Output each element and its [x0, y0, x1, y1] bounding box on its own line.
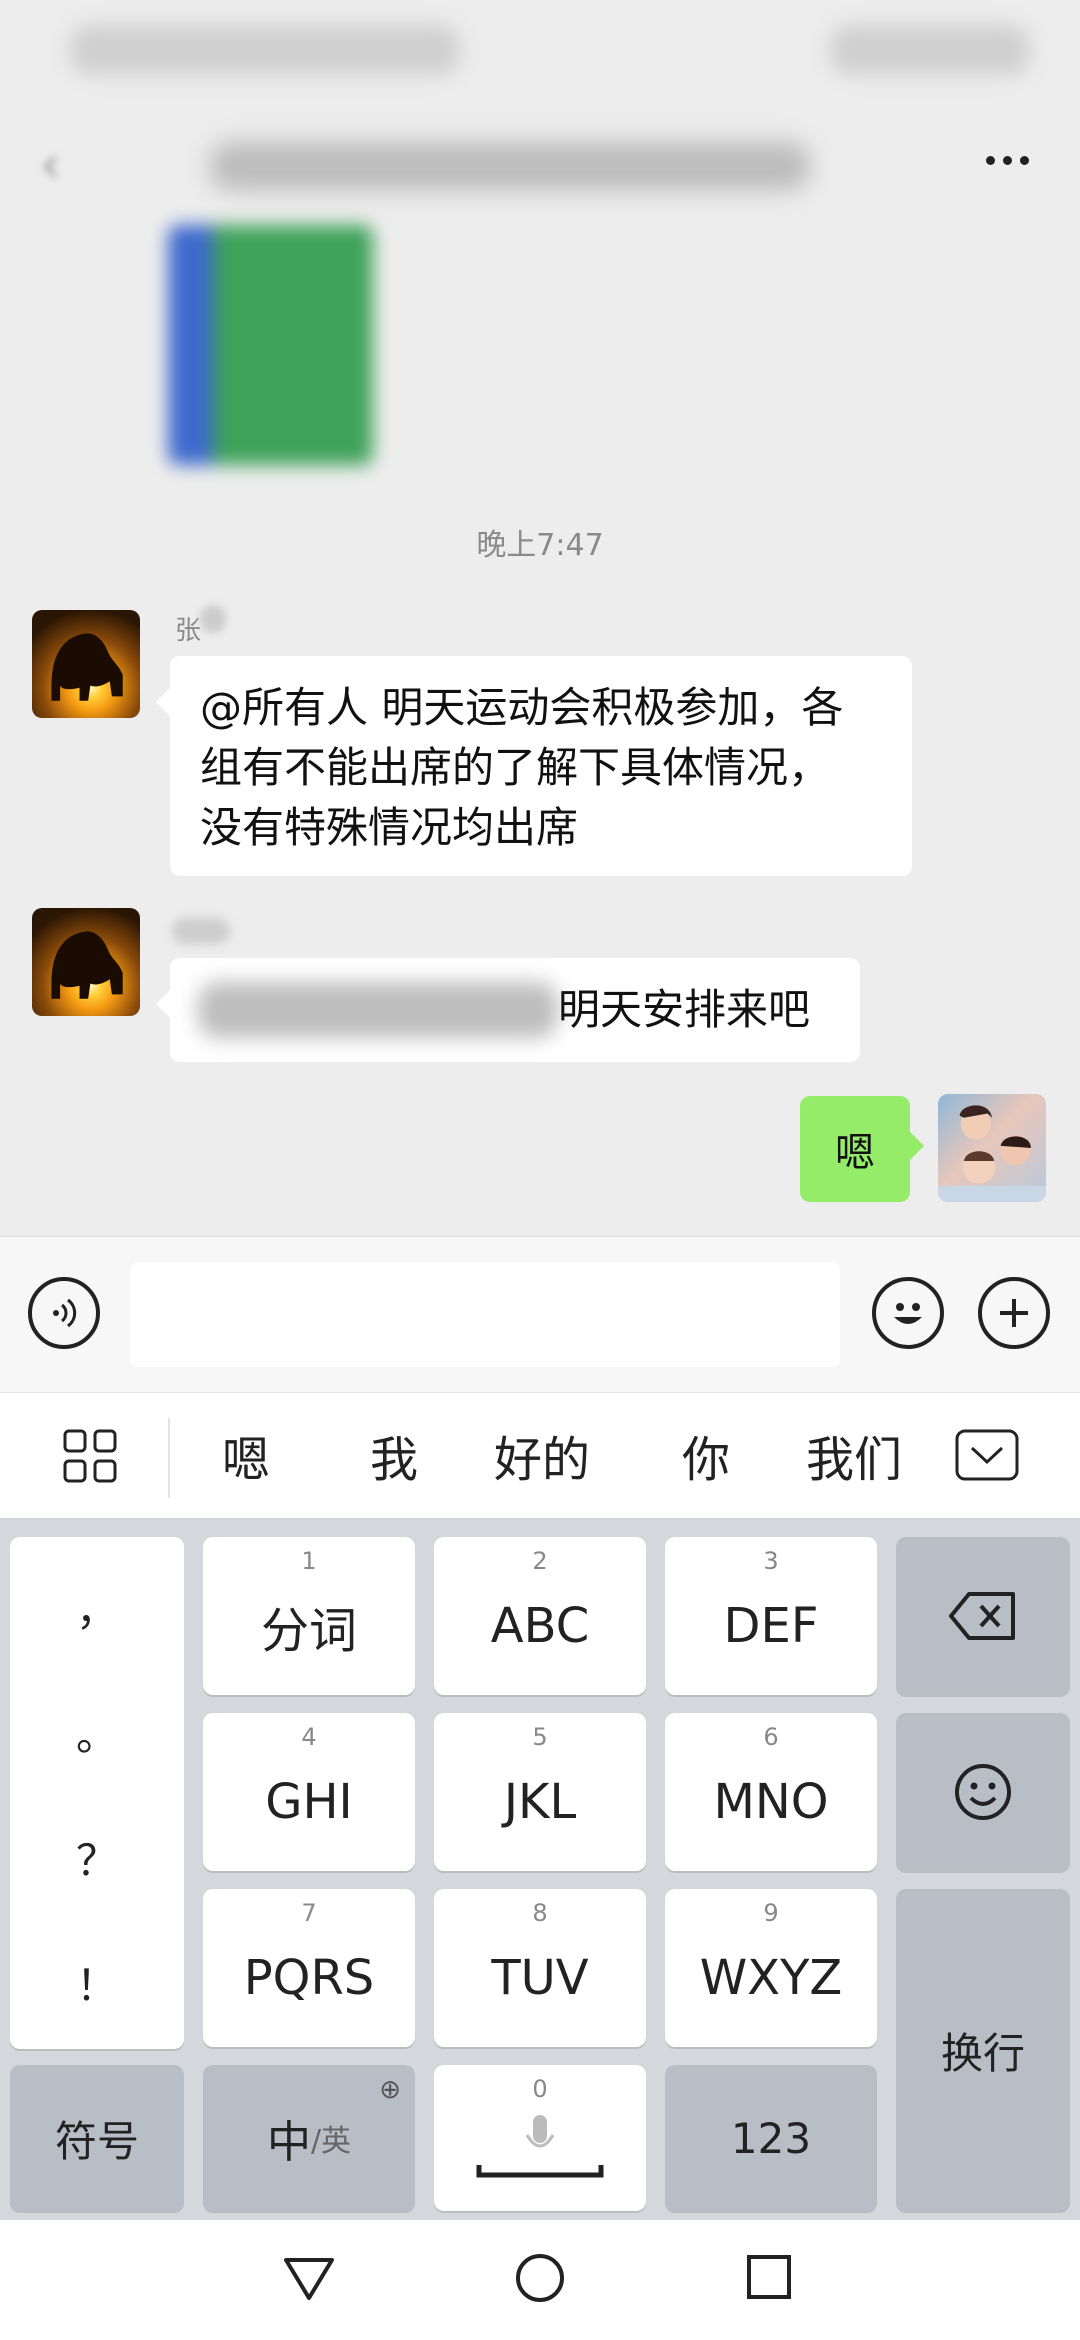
enter-key[interactable]: 换行 — [896, 1889, 1070, 2211]
numbers-key[interactable]: 123 — [665, 2065, 877, 2211]
my-message-text: 嗯 — [835, 1130, 875, 1176]
punct-exclaim[interactable]: ！ — [10, 1952, 184, 2013]
sender-name-blur — [200, 605, 226, 633]
status-icons — [70, 25, 460, 75]
my-message-bubble[interactable]: 嗯 — [800, 1096, 924, 1202]
candidate-word[interactable]: 我 — [370, 1420, 418, 1490]
mention-blur — [198, 982, 558, 1038]
key-3[interactable]: 3 DEF — [665, 1537, 877, 1695]
shared-image-message[interactable] — [168, 225, 373, 465]
message-line: 组有不能出席的了解下具体情况， — [200, 743, 831, 792]
candidate-word[interactable]: 好的 — [494, 1420, 590, 1490]
my-avatar[interactable] — [938, 1094, 1046, 1202]
family-photo-icon — [938, 1105, 1046, 1202]
status-clock-battery — [830, 25, 1030, 75]
sender-avatar[interactable] — [32, 908, 140, 1016]
lion-silhouette-icon — [51, 931, 123, 999]
backspace-icon — [949, 1592, 1015, 1640]
message-bubble[interactable]: @所有人 明天运动会积极参加，各 组有不能出席的了解下具体情况， 没有特殊情况均… — [156, 656, 912, 876]
key-6[interactable]: 6 MNO — [665, 1713, 877, 1871]
home-nav-icon[interactable] — [514, 2252, 566, 2308]
key-4[interactable]: 4 GHI — [203, 1713, 415, 1871]
language-toggle-key[interactable]: 中/英 ⊕ — [203, 2065, 415, 2211]
punct-question[interactable]: ？ — [10, 1827, 184, 1888]
message-line: @所有人 明天运动会积极参加，各 — [200, 683, 844, 732]
key-8[interactable]: 8 TUV — [434, 1889, 646, 2047]
group-title — [210, 142, 810, 190]
message-timestamp: 晚上7:47 — [476, 528, 604, 563]
sender-avatar[interactable] — [32, 610, 140, 718]
punctuation-column[interactable]: ， 。 ？ ！ — [10, 1537, 184, 2049]
message-text: 明天安排来吧 — [558, 985, 811, 1034]
plus-icon[interactable] — [978, 1277, 1050, 1349]
divider — [168, 1418, 170, 1498]
emoji-icon[interactable] — [872, 1277, 944, 1349]
back-arrow-icon[interactable]: ‹ — [40, 135, 90, 195]
status-bar — [0, 0, 1080, 120]
smiley-icon — [955, 1764, 1011, 1820]
grid-menu-icon[interactable] — [62, 1428, 118, 1488]
more-options-icon[interactable] — [972, 140, 1042, 180]
key-7[interactable]: 7 PQRS — [203, 1889, 415, 2047]
candidate-word[interactable]: 嗯 — [222, 1420, 270, 1490]
lion-silhouette-icon — [51, 633, 123, 701]
recents-nav-icon[interactable] — [746, 2254, 792, 2304]
candidate-word[interactable]: 你 — [682, 1420, 730, 1490]
message-bubble[interactable]: 明天安排来吧 — [156, 958, 860, 1062]
candidate-word[interactable]: 我们 — [806, 1420, 910, 1490]
punct-period[interactable]: 。 — [10, 1702, 184, 1763]
symbols-key[interactable]: 符号 — [10, 2065, 184, 2211]
globe-icon: ⊕ — [379, 2075, 401, 2105]
key-5[interactable]: 5 JKL — [434, 1713, 646, 1871]
back-nav-icon[interactable] — [282, 2254, 336, 2308]
sender-name: 张 — [175, 616, 202, 646]
key-2[interactable]: 2 ABC — [434, 1537, 646, 1695]
emoji-key[interactable] — [896, 1713, 1070, 1871]
key-1[interactable]: 1 分词 — [203, 1537, 415, 1695]
microphone-icon — [476, 2115, 604, 2178]
message-input[interactable] — [130, 1262, 840, 1367]
key-9[interactable]: 9 WXYZ — [665, 1889, 877, 2047]
punct-comma[interactable]: ， — [10, 1577, 184, 1638]
message-line: 没有特殊情况均出席 — [200, 803, 579, 852]
space-key[interactable]: 0 — [434, 2065, 646, 2211]
sender-name — [172, 918, 230, 944]
collapse-keyboard-icon[interactable] — [954, 1428, 1020, 1486]
voice-icon[interactable] — [28, 1277, 100, 1349]
backspace-key[interactable] — [896, 1537, 1070, 1695]
